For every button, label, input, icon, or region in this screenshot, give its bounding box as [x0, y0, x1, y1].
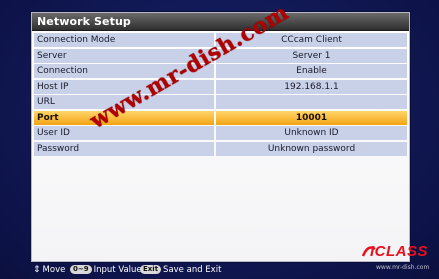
input-label: Input Value	[93, 265, 142, 275]
hint-input: 0~9 Input Value	[70, 262, 142, 279]
panel-header: Network Setup	[32, 13, 409, 31]
row-password[interactable]: Password Unknown password	[34, 141, 407, 156]
exit-key-icon: Exit	[140, 265, 162, 274]
brand-url: www.mr-dish.com	[376, 264, 430, 271]
row-value[interactable]: 192.168.1.1	[216, 79, 407, 94]
row-value[interactable]	[216, 95, 407, 109]
up-down-arrow-icon: ⇕	[33, 265, 41, 275]
row-connection[interactable]: Connection Enable	[34, 64, 407, 78]
move-label: Move	[42, 265, 66, 275]
row-value[interactable]: Enable	[216, 64, 407, 78]
brand-name: ICLASS	[370, 243, 429, 260]
row-label: Password	[34, 141, 214, 156]
row-host-ip[interactable]: Host IP 192.168.1.1	[34, 79, 407, 94]
hint-move: ⇕ Move	[33, 262, 65, 279]
tv-screen: Network Setup Connection Mode CCcam Clie…	[0, 0, 439, 279]
brand-logo: ICLASS	[362, 243, 432, 263]
number-key-icon: 0~9	[70, 265, 92, 274]
row-label: Connection Mode	[34, 33, 214, 47]
row-value[interactable]: Unknown ID	[216, 126, 407, 140]
row-value[interactable]: Unknown password	[216, 141, 407, 156]
row-label: User ID	[34, 126, 214, 140]
hint-exit: Exit Save and Exit	[140, 262, 221, 279]
row-url[interactable]: URL	[34, 95, 407, 109]
exit-label: Save and Exit	[163, 265, 222, 275]
panel-title: Network Setup	[37, 15, 131, 28]
row-value[interactable]: 10001	[216, 110, 407, 125]
row-user-id[interactable]: User ID Unknown ID	[34, 126, 407, 140]
row-value[interactable]: Server 1	[216, 48, 407, 63]
footer-hints: ⇕ Move 0~9 Input Value Exit Save and Exit	[0, 262, 439, 279]
